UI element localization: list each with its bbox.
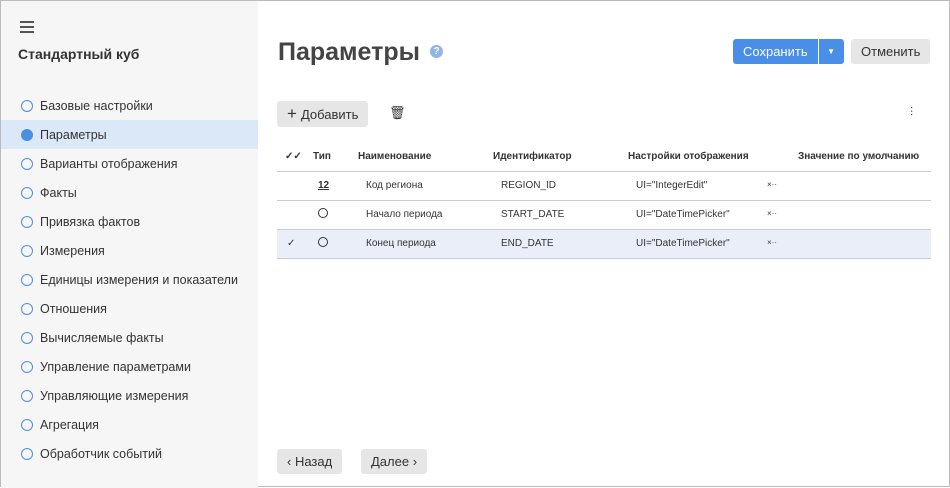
sidebar-item-label: Варианты отображения [40, 156, 178, 171]
sidebar-item[interactable]: Базовые настройки [1, 91, 258, 120]
sidebar-item[interactable]: Параметры [1, 120, 258, 149]
radio-icon [21, 215, 33, 228]
cell-ui: UI="DateTimePicker" ×·· [628, 229, 798, 259]
sidebar: Стандартный куб Базовые настройки Парамет… [1, 1, 258, 488]
parameters-table: ✓✓ Тип Наименование Идентификатор Настро… [277, 143, 931, 259]
cell-name: Начало периода [358, 200, 493, 230]
cell-name: Код региона [358, 171, 493, 201]
sidebar-item[interactable]: Варианты отображения [1, 149, 258, 178]
sidebar-item[interactable]: Вычисляемые факты [1, 323, 258, 352]
header-id: Идентификатор [493, 143, 628, 172]
sidebar-item-label: Единицы измерения и показатели [40, 272, 238, 287]
plus-icon: + [287, 104, 297, 123]
cell-ui: UI="DateTimePicker" ×·· [628, 200, 798, 230]
more-icon[interactable]: ×·· [767, 209, 777, 218]
sidebar-item-label: Параметры [40, 127, 107, 142]
radio-icon [21, 447, 33, 460]
ui-value: UI="DateTimePicker" [636, 238, 730, 249]
clock-icon [318, 237, 328, 247]
sidebar-item-label: Привязка фактов [40, 214, 141, 229]
sidebar-item-label: Вычисляемые факты [40, 330, 164, 345]
back-label: Назад [294, 454, 333, 469]
radio-icon [21, 244, 33, 257]
sidebar-item-label: Агрегация [40, 417, 99, 432]
save-button[interactable]: Сохранить [733, 39, 818, 64]
next-button[interactable]: Далее › [361, 449, 428, 474]
add-label: Добавить [300, 107, 359, 122]
add-button[interactable]: + Добавить [277, 101, 369, 127]
column-settings-icon[interactable]: ⫶ [910, 105, 913, 120]
trash-icon[interactable]: 🗑 [389, 105, 406, 121]
sidebar-nav: Базовые настройки Параметры Варианты отобр… [1, 91, 258, 468]
select-all-icon[interactable]: ✓✓ [277, 143, 313, 172]
sidebar-item-label: Управление параметрами [40, 359, 191, 374]
clock-icon [318, 208, 328, 218]
help-icon[interactable]: ? [430, 45, 443, 58]
header-name: Наименование [358, 143, 493, 172]
sidebar-item-label: Управляющие измерения [40, 388, 189, 403]
radio-icon [21, 389, 33, 402]
save-split-button: Сохранить ▼ [733, 39, 844, 64]
more-icon[interactable]: ×·· [767, 238, 777, 247]
table-row[interactable]: Начало периода START_DATE UI="DateTimePi… [277, 200, 931, 230]
table-row[interactable]: ✓ Конец периода END_DATE UI="DateTimePic… [277, 229, 931, 259]
radio-icon [21, 302, 33, 315]
cell-default[interactable] [798, 200, 931, 230]
cell-id: START_DATE [493, 200, 628, 230]
sidebar-item-label: Измерения [40, 243, 105, 258]
header-ui: Настройки отображения [628, 143, 798, 172]
sidebar-item[interactable]: Обработчик событий [1, 439, 258, 468]
sidebar-item[interactable]: Управляющие измерения [1, 381, 258, 410]
page-title: Параметры [278, 38, 420, 66]
menu-icon[interactable] [20, 21, 34, 33]
sidebar-item[interactable]: Факты [1, 178, 258, 207]
sidebar-item[interactable]: Привязка фактов [1, 207, 258, 236]
ui-value: UI="DateTimePicker" [636, 209, 730, 220]
header-type: Тип [313, 143, 358, 172]
sidebar-item-label: Базовые настройки [40, 98, 153, 113]
row-check[interactable]: ✓ [277, 229, 313, 259]
cancel-button[interactable]: Отменить [851, 39, 931, 64]
radio-icon [21, 331, 33, 344]
header-default: Значение по умолчанию [798, 143, 931, 172]
integer-icon: 12 [318, 180, 330, 191]
sidebar-item[interactable]: Агрегация [1, 410, 258, 439]
radio-icon [21, 418, 33, 431]
row-check[interactable] [277, 171, 313, 201]
radio-icon [21, 157, 33, 170]
check-icon: ✓ [287, 238, 296, 249]
radio-icon [21, 360, 33, 373]
cell-default[interactable] [798, 229, 931, 259]
cell-default[interactable] [798, 171, 931, 201]
radio-icon [21, 99, 33, 112]
radio-icon [21, 273, 33, 286]
cell-id: END_DATE [493, 229, 628, 259]
radio-icon [21, 128, 33, 141]
radio-icon [21, 186, 33, 199]
sidebar-item[interactable]: Измерения [1, 236, 258, 265]
sidebar-item[interactable]: Отношения [1, 294, 258, 323]
cube-title: Стандартный куб [18, 46, 140, 62]
sidebar-item-label: Отношения [40, 301, 107, 316]
table-row[interactable]: 12 Код региона REGION_ID UI="IntegerEdit… [277, 171, 931, 201]
back-button[interactable]: ‹ Назад [277, 449, 343, 474]
cell-ui: UI="IntegerEdit" ×·· [628, 171, 798, 201]
sidebar-item-label: Обработчик событий [40, 446, 162, 461]
cell-id: REGION_ID [493, 171, 628, 201]
cell-name: Конец периода [358, 229, 493, 259]
sidebar-item[interactable]: Единицы измерения и показатели [1, 265, 258, 294]
more-icon[interactable]: ×·· [767, 180, 777, 189]
sidebar-item[interactable]: Управление параметрами [1, 352, 258, 381]
row-check[interactable] [277, 200, 313, 230]
next-label: Далее [371, 454, 410, 469]
sidebar-item-label: Факты [40, 185, 77, 200]
save-dropdown-chevron-icon[interactable]: ▼ [818, 39, 844, 64]
ui-value: UI="IntegerEdit" [636, 180, 708, 191]
